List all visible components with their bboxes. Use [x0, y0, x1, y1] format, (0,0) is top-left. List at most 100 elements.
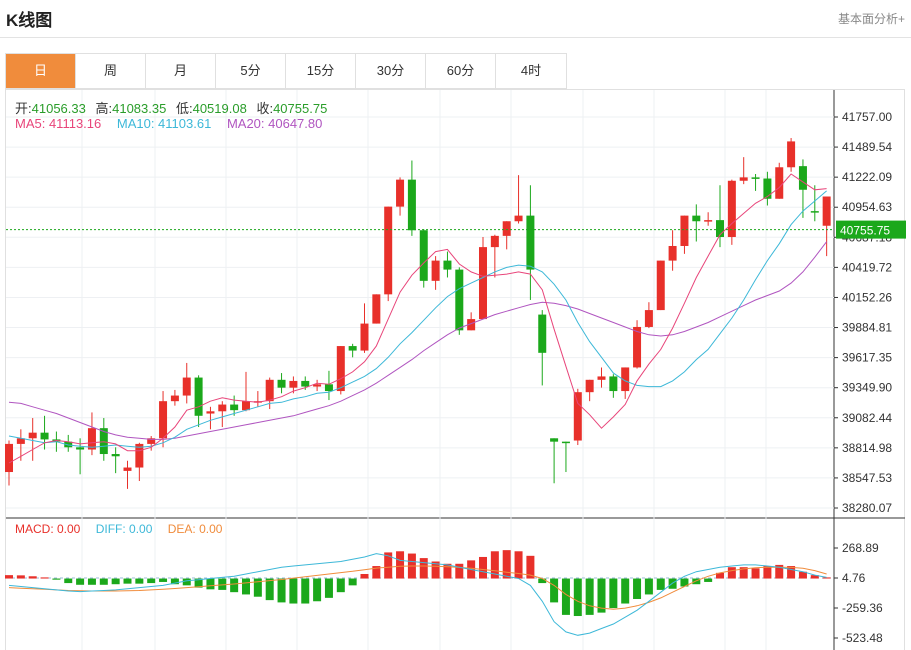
ma20-legend: MA20: 40647.80	[226, 116, 323, 131]
macd-bar	[182, 578, 191, 586]
macd-bar	[52, 578, 61, 580]
candle-body	[443, 260, 452, 270]
candle-body	[751, 177, 760, 179]
macd-bar	[277, 578, 286, 603]
macd-bar	[324, 578, 333, 598]
macd-bar	[147, 578, 156, 584]
ma10-legend: MA10: 41103.61	[116, 116, 212, 131]
macd-bar	[550, 578, 559, 603]
macd-bar	[265, 578, 274, 601]
candle-body	[609, 376, 618, 392]
macd-bar	[87, 578, 96, 585]
macd-tick-label: 268.89	[842, 541, 879, 555]
candle-body	[123, 467, 132, 471]
high-label: 高:	[95, 101, 113, 116]
macd-bar	[40, 577, 49, 579]
macd-bar	[514, 551, 523, 579]
macd-bar	[443, 563, 452, 579]
candle-body	[822, 196, 831, 226]
candle-body	[538, 314, 547, 353]
price-tick-label: 39617.35	[842, 351, 892, 365]
price-tick-label: 39082.44	[842, 411, 892, 425]
macd-bar	[656, 578, 665, 590]
macd-bar	[561, 578, 570, 615]
macd-bar	[230, 578, 239, 593]
macd-bar	[123, 578, 132, 584]
macd-bar	[5, 575, 13, 579]
candle-body	[419, 230, 428, 281]
candle-body	[680, 215, 689, 246]
price-tick-label: 38814.98	[842, 441, 892, 455]
macd-bar	[348, 578, 357, 586]
ma5-line	[8, 173, 827, 464]
macd-bar	[621, 578, 630, 604]
candle-body	[111, 454, 120, 457]
low-value: 40519.08	[192, 101, 247, 116]
high-value: 41083.35	[112, 101, 167, 116]
candle-body	[348, 346, 357, 351]
candle-body	[396, 179, 405, 207]
price-tick-label: 41757.00	[842, 110, 892, 124]
candle-body	[798, 166, 807, 190]
macd-bar	[538, 578, 547, 584]
candle-body	[28, 432, 37, 439]
macd-bar	[159, 578, 168, 582]
candle-body	[775, 167, 784, 199]
candle-body	[336, 346, 345, 392]
close-value: 40755.75	[273, 101, 328, 116]
last-price-label: 40755.75	[840, 224, 890, 238]
candle-body	[289, 380, 298, 388]
candle-body	[644, 310, 653, 327]
macd-bar	[727, 567, 736, 579]
macd-bar	[28, 576, 37, 579]
candle-body	[5, 443, 13, 473]
candle-body	[585, 379, 594, 393]
dea-legend-value: DEA: 0.00	[167, 522, 223, 536]
macd-bar	[135, 578, 144, 584]
diff-legend-value: DIFF: 0.00	[95, 522, 153, 536]
macd-legend: MACD: 0.00 DIFF: 0.00 DEA: 0.00	[15, 522, 234, 536]
candle-body	[727, 180, 736, 237]
macd-bar	[64, 578, 73, 584]
candle-body	[87, 428, 96, 450]
macd-bar	[206, 578, 215, 590]
candle-body	[206, 411, 215, 414]
macd-bar	[360, 573, 369, 579]
candle-body	[739, 177, 748, 181]
macd-bar	[111, 578, 120, 585]
ma5-legend: MA5: 41113.16	[15, 116, 102, 131]
candle-body	[656, 260, 665, 311]
candle-body	[633, 326, 642, 368]
candle-body	[218, 404, 227, 412]
candle-body	[242, 401, 250, 411]
macd-bar	[751, 568, 760, 579]
price-tick-label: 40954.63	[842, 200, 892, 214]
macd-bar	[336, 578, 345, 593]
candle-body	[182, 377, 191, 396]
macd-tick-label: -523.48	[842, 631, 883, 645]
price-tick-label: 41489.54	[842, 140, 892, 154]
open-label: 开:	[15, 101, 32, 116]
price-tick-label: 40152.26	[842, 290, 892, 304]
macd-bar	[301, 578, 310, 604]
candle-body	[573, 392, 582, 441]
macd-bar	[313, 578, 322, 602]
macd-bar	[644, 578, 653, 595]
macd-bar	[609, 578, 618, 609]
price-tick-label: 39349.90	[842, 381, 892, 395]
macd-bar	[289, 578, 298, 604]
macd-bar	[99, 578, 108, 585]
macd-bar	[242, 578, 250, 595]
candle-body	[668, 245, 677, 261]
price-tick-label: 41222.09	[842, 170, 892, 184]
candle-body	[597, 376, 606, 380]
macd-bar	[76, 578, 85, 585]
candle-body	[170, 395, 179, 402]
ma-legend: MA5: 41113.16 MA10: 41103.61 MA20: 40647…	[15, 116, 334, 131]
candle-body	[301, 380, 310, 387]
candle-body	[76, 447, 85, 450]
candle-body	[159, 401, 168, 439]
candle-body	[277, 379, 286, 388]
price-tick-label: 38280.07	[842, 501, 892, 515]
macd-bar	[502, 550, 511, 579]
